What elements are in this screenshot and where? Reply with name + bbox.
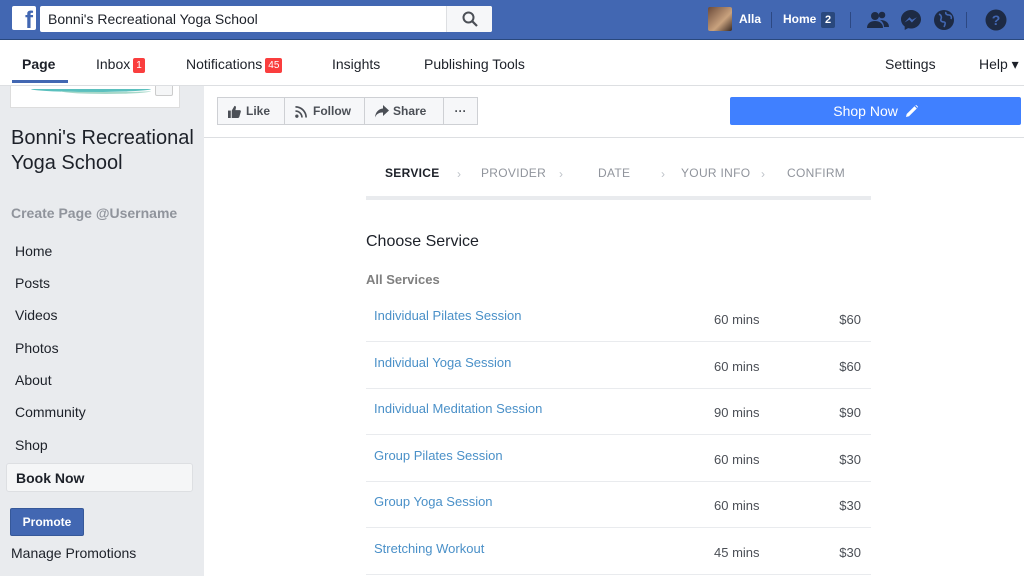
service-price: $60 — [839, 359, 861, 374]
tab-settings[interactable]: Settings — [885, 56, 936, 72]
sidebar-item-videos[interactable]: Videos — [6, 301, 193, 330]
create-username-link[interactable]: Create Page @Username — [11, 205, 177, 221]
chevron-right-icon: › — [457, 167, 461, 181]
tab-insights[interactable]: Insights — [332, 56, 380, 72]
more-options-button[interactable]: ··· — [443, 97, 478, 125]
sidebar-item-community[interactable]: Community — [6, 398, 193, 427]
search-icon — [462, 11, 478, 27]
search-field[interactable]: Bonni's Recreational Yoga School — [40, 6, 492, 32]
active-tab-indicator — [12, 80, 68, 83]
service-duration: 90 mins — [714, 405, 760, 420]
service-name-link[interactable]: Individual Pilates Session — [374, 308, 521, 323]
service-name-link[interactable]: Group Pilates Session — [374, 448, 503, 463]
follow-label: Follow — [313, 104, 351, 118]
rss-follow-icon — [295, 106, 307, 118]
page-sidebar: Bonni's Recreational Yoga School Create … — [0, 86, 204, 576]
tab-page[interactable]: Page — [22, 56, 55, 72]
service-duration: 60 mins — [714, 498, 760, 513]
service-name-link[interactable]: Individual Meditation Session — [374, 401, 542, 416]
thumbs-up-icon — [228, 105, 241, 118]
step-service: SERVICE — [385, 166, 440, 180]
service-name-link[interactable]: Group Yoga Session — [374, 494, 493, 509]
notifications-globe-icon[interactable] — [932, 8, 956, 32]
service-price: $30 — [839, 452, 861, 467]
step-provider: PROVIDER — [481, 166, 547, 180]
notifications-count-badge: 45 — [265, 58, 283, 73]
share-label: Share — [393, 104, 427, 118]
tab-notifications[interactable]: Notifications 45 — [186, 56, 283, 73]
sidebar-item-photos[interactable]: Photos — [6, 334, 193, 363]
divider — [966, 12, 967, 28]
main-content: Like Follow Share ··· Shop Now SERVICE ›… — [204, 86, 1024, 576]
chevron-right-icon: › — [661, 167, 665, 181]
tab-inbox[interactable]: Inbox 1 — [96, 56, 145, 73]
pencil-icon[interactable] — [905, 105, 918, 117]
like-button[interactable]: Like — [217, 97, 285, 125]
tab-inbox-label: Inbox — [96, 56, 131, 72]
profile-picture[interactable] — [10, 86, 180, 108]
divider — [850, 12, 851, 28]
tab-publishing-tools[interactable]: Publishing Tools — [424, 56, 525, 72]
step-your-info: YOUR INFO — [681, 166, 751, 180]
tab-notifications-label: Notifications — [186, 56, 263, 72]
sidebar-item-home[interactable]: Home — [6, 237, 193, 266]
service-row[interactable]: Group Pilates Session 60 mins $30 — [366, 436, 871, 482]
service-row[interactable]: Stretching Workout 45 mins $30 — [366, 529, 871, 575]
home-link[interactable]: Home — [783, 12, 816, 26]
search-input[interactable]: Bonni's Recreational Yoga School — [48, 11, 258, 27]
camera-icon[interactable] — [155, 86, 173, 96]
shop-now-button[interactable]: Shop Now — [730, 97, 1021, 125]
step-confirm: CONFIRM — [787, 166, 846, 180]
sidebar-item-book-now[interactable]: Book Now — [6, 463, 193, 492]
service-row[interactable]: Individual Yoga Session 60 mins $60 — [366, 343, 871, 389]
page-title[interactable]: Bonni's Recreational Yoga School — [11, 126, 196, 176]
service-row[interactable]: Individual Pilates Session 60 mins $60 — [366, 296, 871, 342]
service-row[interactable]: Group Yoga Session 60 mins $30 — [366, 482, 871, 528]
follow-button[interactable]: Follow — [284, 97, 365, 125]
svg-text:?: ? — [992, 12, 1001, 28]
sidebar-item-about[interactable]: About — [6, 366, 193, 395]
sidebar-item-shop[interactable]: Shop — [6, 431, 193, 460]
home-count-badge: 2 — [821, 12, 836, 28]
chevron-right-icon: › — [761, 167, 765, 181]
step-date: DATE — [598, 166, 631, 180]
divider — [771, 12, 772, 28]
messenger-icon[interactable] — [899, 8, 923, 32]
top-navigation-bar: f Bonni's Recreational Yoga School Alla … — [0, 0, 1024, 40]
service-row[interactable]: Individual Meditation Session 90 mins $9… — [366, 389, 871, 435]
sidebar-item-posts[interactable]: Posts — [6, 269, 193, 298]
service-name-link[interactable]: Stretching Workout — [374, 541, 484, 556]
service-duration: 60 mins — [714, 452, 760, 467]
friend-requests-icon[interactable] — [866, 8, 890, 32]
service-duration: 60 mins — [714, 312, 760, 327]
service-price: $30 — [839, 545, 861, 560]
booking-steps: SERVICE › PROVIDER › DATE › YOUR INFO › … — [366, 148, 871, 200]
share-arrow-icon — [375, 105, 389, 118]
chevron-right-icon: › — [559, 167, 563, 181]
tab-help[interactable]: Help ▾ — [979, 56, 1019, 73]
service-price: $30 — [839, 498, 861, 513]
service-duration: 60 mins — [714, 359, 760, 374]
service-name-link[interactable]: Individual Yoga Session — [374, 355, 511, 370]
like-label: Like — [246, 104, 271, 118]
profile-link[interactable]: Alla — [739, 12, 761, 26]
inbox-count-badge: 1 — [133, 58, 145, 73]
service-price: $90 — [839, 405, 861, 420]
cover-decoration — [61, 88, 151, 94]
facebook-logo-icon[interactable]: f — [12, 6, 36, 33]
share-button[interactable]: Share — [364, 97, 444, 125]
promote-button[interactable]: Promote — [10, 508, 84, 536]
shop-now-label: Shop Now — [833, 103, 898, 119]
all-services-label: All Services — [366, 272, 440, 287]
page-tab-bar: Page Inbox 1 Notifications 45 Insights Pub… — [0, 40, 1024, 86]
search-button[interactable] — [446, 6, 492, 32]
service-duration: 45 mins — [714, 545, 760, 560]
manage-promotions-link[interactable]: Manage Promotions — [11, 545, 136, 561]
choose-service-heading: Choose Service — [366, 233, 479, 250]
avatar[interactable] — [708, 7, 732, 31]
page-action-bar: Like Follow Share ··· Shop Now — [204, 86, 1024, 138]
help-question-icon[interactable]: ? — [984, 8, 1008, 32]
service-price: $60 — [839, 312, 861, 327]
